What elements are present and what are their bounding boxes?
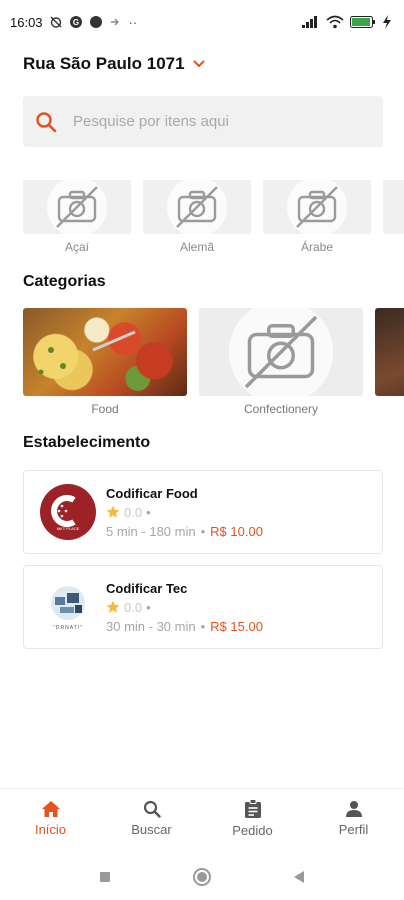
- category-image-placeholder: [199, 308, 363, 396]
- cuisine-item[interactable]: Árabe: [263, 180, 371, 260]
- establishment-meta: 5 min - 180 min • R$ 10.00: [106, 524, 263, 539]
- nav-label: Perfil: [338, 822, 369, 837]
- alarm-off-icon: [50, 16, 62, 28]
- category-item-partial[interactable]: [375, 308, 404, 420]
- clipboard-icon: [244, 799, 261, 818]
- camera-off-icon: [296, 186, 338, 228]
- wifi-icon: [326, 15, 344, 29]
- delivery-price: R$ 15.00: [210, 618, 263, 634]
- category-food-image: [23, 308, 187, 396]
- notification-dot-icon: [89, 16, 102, 28]
- logo-caption: "DRNATI": [53, 625, 83, 631]
- establishment-card[interactable]: MKT PLACE Codificar Food 0.0 • 5 min - 1…: [23, 470, 383, 554]
- rating-value: 0.0: [124, 599, 143, 615]
- cuisine-image-placeholder: [263, 180, 371, 234]
- signal-icon: [302, 16, 317, 28]
- bottom-nav: Início Buscar Pedido Perfil: [0, 788, 404, 848]
- separator-dot: •: [146, 504, 151, 520]
- system-nav-bar: [0, 854, 404, 900]
- charging-icon: [383, 15, 391, 29]
- nav-label: Buscar: [131, 822, 172, 837]
- status-time: 16:03: [10, 14, 43, 30]
- establishments-title: Estabelecimento: [23, 434, 151, 451]
- svg-text:G: G: [72, 18, 78, 27]
- establishment-card[interactable]: "DRNATI" Codificar Tec 0.0 • 30 min - 30…: [23, 565, 383, 649]
- recent-apps-icon[interactable]: [98, 870, 112, 884]
- status-more-dots: ··: [128, 14, 138, 30]
- camera-off-icon: [56, 186, 98, 228]
- establishment-info: Codificar Food 0.0 • 5 min - 180 min • R…: [106, 486, 263, 539]
- nav-item-search[interactable]: Buscar: [112, 800, 192, 837]
- category-label: Confectionery: [243, 402, 319, 416]
- status-left: 16:03 G ··: [10, 15, 137, 30]
- category-item[interactable]: Confectionery: [199, 308, 363, 420]
- address-selector[interactable]: Rua São Paulo 1071: [23, 52, 205, 76]
- nav-item-profile[interactable]: Perfil: [314, 800, 394, 837]
- search-icon: [36, 111, 57, 132]
- marketplace-logo-icon: [51, 495, 76, 527]
- cuisine-item-partial[interactable]: [383, 180, 404, 260]
- delivery-time: 30 min - 30 min: [106, 618, 196, 634]
- chevron-down-icon: [192, 60, 205, 68]
- category-item[interactable]: Food: [23, 308, 187, 420]
- cuisine-image-placeholder: [143, 180, 251, 234]
- back-icon[interactable]: [292, 870, 306, 884]
- cuisine-image-placeholder: [383, 180, 404, 234]
- categories-title: Categorias: [23, 273, 106, 290]
- nav-item-orders[interactable]: Pedido: [213, 799, 293, 838]
- cuisine-image-placeholder: [23, 180, 131, 234]
- cuisine-label: Açaí: [64, 240, 89, 254]
- cuisine-label: Árabe: [300, 240, 334, 254]
- establishment-logo: "DRNATI": [40, 579, 96, 635]
- establishment-rating: 0.0 •: [106, 505, 263, 520]
- food-plate-illustration: [38, 330, 136, 375]
- star-icon: [106, 505, 120, 518]
- separator-dot: •: [200, 618, 206, 634]
- cuisine-item[interactable]: Alemã: [143, 180, 251, 260]
- nav-label: Início: [34, 822, 67, 837]
- establishment-info: Codificar Tec 0.0 • 30 min - 30 min • R$…: [106, 581, 263, 634]
- delivery-time: 5 min - 180 min: [106, 523, 196, 539]
- category-label: Food: [91, 402, 119, 416]
- home-circle-icon[interactable]: [192, 867, 212, 887]
- cuisine-item[interactable]: Açaí: [23, 180, 131, 260]
- battery-icon: [350, 16, 375, 28]
- delivery-price: R$ 10.00: [210, 523, 263, 539]
- camera-off-icon: [244, 315, 318, 389]
- star-icon: [106, 600, 120, 613]
- cuisine-list: Açaí Alemã Árabe: [23, 180, 404, 260]
- logo-caption: MKT PLACE: [56, 526, 80, 531]
- separator-dot: •: [146, 599, 151, 615]
- status-right: [302, 15, 392, 29]
- home-icon: [41, 801, 60, 817]
- nav-item-home[interactable]: Início: [11, 800, 91, 837]
- person-icon: [345, 801, 362, 817]
- establishment-rating: 0.0 •: [106, 600, 263, 615]
- separator-dot: •: [200, 523, 206, 539]
- status-bar: 16:03 G ··: [0, 0, 404, 44]
- search-input[interactable]: [73, 113, 343, 130]
- establishment-meta: 30 min - 30 min • R$ 15.00: [106, 619, 263, 634]
- category-list: Food Confectionery: [23, 308, 404, 420]
- search-bar[interactable]: [23, 96, 383, 147]
- establishment-name: Codificar Food: [106, 485, 198, 501]
- search-icon: [143, 800, 161, 818]
- camera-off-icon: [176, 186, 218, 228]
- address-label: Rua São Paulo 1071: [23, 54, 185, 73]
- cast-icon: [110, 18, 119, 26]
- establishment-logo: MKT PLACE: [40, 484, 96, 540]
- establishment-name: Codificar Tec: [106, 580, 188, 596]
- category-people-image: [375, 308, 404, 396]
- nav-label: Pedido: [232, 823, 273, 838]
- rating-value: 0.0: [124, 504, 143, 520]
- cuisine-label: Alemã: [179, 240, 214, 254]
- app-notification-icon: G: [69, 16, 82, 28]
